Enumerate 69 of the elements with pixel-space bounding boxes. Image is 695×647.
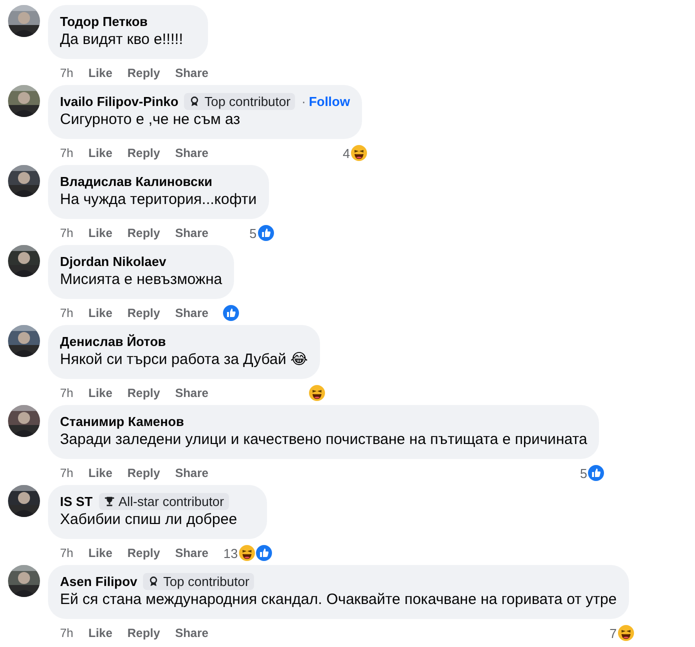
action-link[interactable]: Reply <box>127 226 160 240</box>
timestamp[interactable]: 7h <box>60 226 74 240</box>
comment-text: Някой си търси работа за Дубай 😂 <box>60 350 308 370</box>
action-link[interactable]: Like <box>88 466 112 480</box>
action-link[interactable]: Share <box>175 146 208 160</box>
timestamp[interactable]: 7h <box>60 626 74 640</box>
reaction-count[interactable]: 7 <box>609 626 617 640</box>
action-link[interactable]: Like <box>88 626 112 640</box>
action-link[interactable]: Reply <box>127 66 160 80</box>
author-name[interactable]: Ivailo Filipov-Pinko <box>60 94 178 108</box>
contributor-badge: Top contributor <box>184 92 296 110</box>
timestamp[interactable]: 7h <box>60 146 74 160</box>
author-name[interactable]: Djordan Nikolaev <box>60 254 166 268</box>
action-link[interactable]: Like <box>88 66 112 80</box>
author-name[interactable]: Станимир Каменов <box>60 414 184 428</box>
action-link[interactable]: Share <box>175 546 208 560</box>
contributor-badge: Top contributor <box>143 572 254 590</box>
action-link[interactable]: Reply <box>127 306 160 320</box>
timestamp[interactable]: 7h <box>60 546 74 560</box>
action-link[interactable]: Like <box>88 386 112 400</box>
timestamp[interactable]: 7h <box>60 386 74 400</box>
timestamp[interactable]: 7h <box>60 466 74 480</box>
follow-link[interactable]: Follow <box>308 94 350 108</box>
comment-text: Заради заледени улици и качествено почистване на пътищата е причината <box>60 430 588 450</box>
action-link[interactable]: Share <box>175 226 208 240</box>
reaction-count[interactable]: 5 <box>580 466 588 480</box>
timestamp[interactable]: 7h <box>60 306 74 320</box>
action-link[interactable]: Reply <box>127 626 160 640</box>
action-link[interactable]: Like <box>88 226 112 240</box>
comment-text: Мисията е невъзможна <box>60 270 222 290</box>
thumbs-up-icon[interactable] <box>222 304 240 322</box>
reaction-count[interactable]: 13 <box>223 546 238 560</box>
comment-text: Да видят кво е!!!!! <box>60 30 184 50</box>
action-link[interactable]: Share <box>175 66 208 80</box>
action-link[interactable]: Share <box>175 306 208 320</box>
reaction-count[interactable]: 5 <box>249 226 257 240</box>
laughing-emoji-icon[interactable] <box>238 544 256 562</box>
comment-text: Сигурното е ,че не съм аз <box>60 110 242 130</box>
thumbs-up-icon[interactable] <box>254 544 273 562</box>
action-link[interactable]: Reply <box>127 146 160 160</box>
laughing-emoji-icon[interactable] <box>308 384 326 402</box>
author-name[interactable]: Тодор Петков <box>60 14 148 28</box>
separator-dot: · <box>301 94 306 108</box>
comment-text: Хабибии спиш ли добрее <box>60 510 238 530</box>
author-name[interactable]: IS ST <box>60 494 93 508</box>
trophy-icon <box>104 496 115 506</box>
medal-icon <box>189 96 200 106</box>
laughing-emoji-icon[interactable] <box>616 624 635 642</box>
action-link[interactable]: Like <box>88 546 112 560</box>
comment-text: Ей ся стана международния скандал. Очаквайте покачване на горивата от утре <box>60 590 617 610</box>
action-link[interactable]: Share <box>175 386 208 400</box>
contributor-badge: All-star contributor <box>98 492 229 510</box>
thumbs-up-icon[interactable] <box>587 464 606 482</box>
thumbs-up-icon[interactable] <box>256 224 275 242</box>
comment-text: На чужда територия...кофти <box>60 190 257 210</box>
author-name[interactable]: Денислав Йотов <box>60 334 166 348</box>
action-link[interactable]: Like <box>88 146 112 160</box>
author-name[interactable]: Asen Filipov <box>60 574 138 588</box>
timestamp[interactable]: 7h <box>60 66 74 80</box>
action-link[interactable]: Like <box>88 306 112 320</box>
reaction-count[interactable]: 4 <box>342 146 350 160</box>
action-link[interactable]: Share <box>175 466 208 480</box>
laughing-emoji-icon[interactable] <box>350 144 368 162</box>
action-link[interactable]: Reply <box>127 386 160 400</box>
action-link[interactable]: Reply <box>127 546 160 560</box>
author-name[interactable]: Владислав Калиновски <box>60 174 212 188</box>
medal-icon <box>148 576 160 586</box>
action-link[interactable]: Reply <box>127 466 160 480</box>
action-link[interactable]: Share <box>175 626 208 640</box>
